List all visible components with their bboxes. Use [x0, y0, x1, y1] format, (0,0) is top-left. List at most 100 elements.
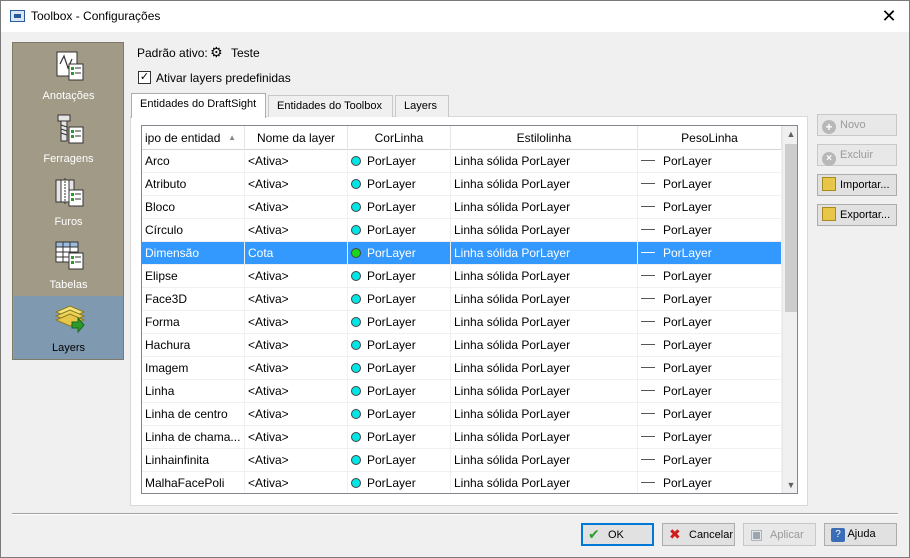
- cell-linestyle[interactable]: Linha sólida PorLayer: [451, 173, 638, 196]
- scroll-up-icon[interactable]: ▲: [783, 126, 797, 142]
- table-row[interactable]: Linha de centro <Ativa> PorLayer Linha sóli…: [142, 403, 782, 426]
- cell-entity-type[interactable]: Elipse: [142, 265, 245, 288]
- column-header-lineweight[interactable]: PesoLinha: [638, 126, 782, 150]
- cell-layer-name[interactable]: <Ativa>: [245, 265, 348, 288]
- cell-color[interactable]: PorLayer: [348, 449, 451, 472]
- cell-linestyle[interactable]: Linha sólida PorLayer: [451, 311, 638, 334]
- cell-layer-name[interactable]: <Ativa>: [245, 288, 348, 311]
- delete-button[interactable]: × Excluir: [817, 144, 897, 166]
- cell-lineweight[interactable]: PorLayer: [638, 426, 782, 449]
- cell-entity-type[interactable]: Dimensão: [142, 242, 245, 265]
- cell-lineweight[interactable]: PorLayer: [638, 150, 782, 173]
- sidebar-item-tables[interactable]: Tabelas: [14, 233, 123, 296]
- cell-color[interactable]: PorLayer: [348, 196, 451, 219]
- cell-color[interactable]: PorLayer: [348, 357, 451, 380]
- import-button[interactable]: Importar...: [817, 174, 897, 196]
- cell-color[interactable]: PorLayer: [348, 472, 451, 493]
- apply-button[interactable]: ▣ Aplicar: [743, 523, 816, 546]
- cell-entity-type[interactable]: Círculo: [142, 219, 245, 242]
- cell-linestyle[interactable]: Linha sólida PorLayer: [451, 288, 638, 311]
- cell-layer-name[interactable]: <Ativa>: [245, 219, 348, 242]
- cell-linestyle[interactable]: Linha sólida PorLayer: [451, 242, 638, 265]
- cell-layer-name[interactable]: <Ativa>: [245, 357, 348, 380]
- new-button[interactable]: + Novo: [817, 114, 897, 136]
- cell-entity-type[interactable]: Arco: [142, 150, 245, 173]
- column-header-color[interactable]: CorLinha: [348, 126, 451, 150]
- cell-lineweight[interactable]: PorLayer: [638, 334, 782, 357]
- cell-entity-type[interactable]: Linhainfinita: [142, 449, 245, 472]
- table-row[interactable]: Bloco <Ativa> PorLayer Linha sólida PorLaye…: [142, 196, 782, 219]
- table-row[interactable]: Forma <Ativa> PorLayer Linha sólida PorLaye…: [142, 311, 782, 334]
- cell-color[interactable]: PorLayer: [348, 150, 451, 173]
- table-row[interactable]: Elipse <Ativa> PorLayer Linha sólida PorLay…: [142, 265, 782, 288]
- cell-entity-type[interactable]: Imagem: [142, 357, 245, 380]
- sidebar-item-layers[interactable]: Layers: [14, 296, 123, 359]
- table-row[interactable]: Círculo <Ativa> PorLayer Linha sólida PorLa…: [142, 219, 782, 242]
- cell-linestyle[interactable]: Linha sólida PorLayer: [451, 265, 638, 288]
- ok-button[interactable]: ✔ OK: [581, 523, 654, 546]
- column-header-entity-type[interactable]: ipo de entidad ▲: [142, 126, 245, 150]
- sidebar-item-hardware[interactable]: Ferragens: [14, 107, 123, 170]
- cell-layer-name[interactable]: <Ativa>: [245, 311, 348, 334]
- cell-lineweight[interactable]: PorLayer: [638, 380, 782, 403]
- cell-entity-type[interactable]: MalhaFacePoli: [142, 472, 245, 493]
- cell-color[interactable]: PorLayer: [348, 380, 451, 403]
- cell-layer-name[interactable]: <Ativa>: [245, 449, 348, 472]
- table-row[interactable]: Arco <Ativa> PorLayer Linha sólida PorLayer…: [142, 150, 782, 173]
- sidebar-item-annotations[interactable]: Anotações: [14, 44, 123, 107]
- cell-layer-name[interactable]: <Ativa>: [245, 472, 348, 493]
- scroll-down-icon[interactable]: ▼: [783, 477, 797, 493]
- cell-lineweight[interactable]: PorLayer: [638, 242, 782, 265]
- cell-layer-name[interactable]: <Ativa>: [245, 150, 348, 173]
- cell-entity-type[interactable]: Forma: [142, 311, 245, 334]
- cell-entity-type[interactable]: Bloco: [142, 196, 245, 219]
- cell-linestyle[interactable]: Linha sólida PorLayer: [451, 334, 638, 357]
- table-row[interactable]: Linha <Ativa> PorLayer Linha sólida PorLaye…: [142, 380, 782, 403]
- cell-layer-name[interactable]: <Ativa>: [245, 426, 348, 449]
- cell-entity-type[interactable]: Linha de centro: [142, 403, 245, 426]
- cell-lineweight[interactable]: PorLayer: [638, 311, 782, 334]
- cell-lineweight[interactable]: PorLayer: [638, 265, 782, 288]
- cell-lineweight[interactable]: PorLayer: [638, 449, 782, 472]
- column-header-layer-name[interactable]: Nome da layer: [245, 126, 348, 150]
- cell-linestyle[interactable]: Linha sólida PorLayer: [451, 150, 638, 173]
- table-row[interactable]: Linha de chama... <Ativa> PorLayer Linha só…: [142, 426, 782, 449]
- entities-grid[interactable]: ipo de entidad ▲ Nome da layer CorLinha …: [141, 125, 798, 494]
- cell-lineweight[interactable]: PorLayer: [638, 357, 782, 380]
- activate-layers-checkbox[interactable]: ✓: [138, 71, 151, 84]
- cell-color[interactable]: PorLayer: [348, 173, 451, 196]
- cell-entity-type[interactable]: Atributo: [142, 173, 245, 196]
- cell-color[interactable]: PorLayer: [348, 403, 451, 426]
- cell-linestyle[interactable]: Linha sólida PorLayer: [451, 380, 638, 403]
- cell-linestyle[interactable]: Linha sólida PorLayer: [451, 426, 638, 449]
- table-row[interactable]: Imagem <Ativa> PorLayer Linha sólida PorLay…: [142, 357, 782, 380]
- table-row[interactable]: Atributo <Ativa> PorLayer Linha sólida PorL…: [142, 173, 782, 196]
- help-button[interactable]: ? Ajuda: [824, 523, 897, 546]
- vertical-scrollbar[interactable]: ▲ ▼: [782, 126, 797, 493]
- cell-lineweight[interactable]: PorLayer: [638, 288, 782, 311]
- table-row[interactable]: Linhainfinita <Ativa> PorLayer Linha sólida…: [142, 449, 782, 472]
- tab-toolbox-entities[interactable]: Entidades do Toolbox: [268, 95, 393, 117]
- cancel-button[interactable]: ✖ Cancelar: [662, 523, 735, 546]
- cell-layer-name[interactable]: <Ativa>: [245, 380, 348, 403]
- cell-layer-name[interactable]: <Ativa>: [245, 334, 348, 357]
- cell-linestyle[interactable]: Linha sólida PorLayer: [451, 196, 638, 219]
- cell-lineweight[interactable]: PorLayer: [638, 173, 782, 196]
- tab-draftsight-entities[interactable]: Entidades do DraftSight: [131, 93, 266, 118]
- cell-entity-type[interactable]: Hachura: [142, 334, 245, 357]
- table-row[interactable]: MalhaFacePoli <Ativa> PorLayer Linha sólida…: [142, 472, 782, 493]
- column-header-linestyle[interactable]: Estilolinha: [451, 126, 638, 150]
- cell-linestyle[interactable]: Linha sólida PorLayer: [451, 449, 638, 472]
- cell-layer-name[interactable]: <Ativa>: [245, 196, 348, 219]
- cell-entity-type[interactable]: Linha de chama...: [142, 426, 245, 449]
- table-row[interactable]: Face3D <Ativa> PorLayer Linha sólida PorLay…: [142, 288, 782, 311]
- sidebar-item-holes[interactable]: Furos: [14, 170, 123, 233]
- cell-color[interactable]: PorLayer: [348, 265, 451, 288]
- cell-color[interactable]: PorLayer: [348, 334, 451, 357]
- cell-layer-name[interactable]: Cota: [245, 242, 348, 265]
- cell-lineweight[interactable]: PorLayer: [638, 472, 782, 493]
- cell-layer-name[interactable]: <Ativa>: [245, 173, 348, 196]
- cell-linestyle[interactable]: Linha sólida PorLayer: [451, 357, 638, 380]
- cell-layer-name[interactable]: <Ativa>: [245, 403, 348, 426]
- tab-layers[interactable]: Layers: [395, 95, 449, 117]
